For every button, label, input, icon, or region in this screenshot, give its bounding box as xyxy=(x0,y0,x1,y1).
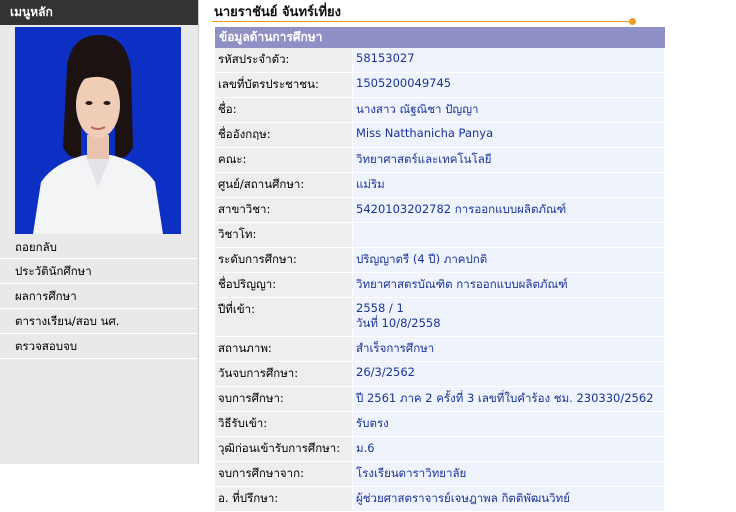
table-row: สาขาวิชา: 5420103202782 การออกแบบผลิตภัณฑ… xyxy=(215,197,665,223)
section-header-education: ข้อมูลด้านการศึกษา xyxy=(215,27,665,48)
table-row: จบการศึกษา: ปี 2561 ภาค 2 ครั้งที่ 3 เลขท… xyxy=(215,386,665,412)
row-label: ระดับการศึกษา: xyxy=(215,247,353,273)
row-value: 1505200049745 xyxy=(352,72,665,98)
row-label: วิชาโท: xyxy=(215,222,353,248)
entry-date: วันที่ 10/8/2558 xyxy=(356,316,441,330)
table-row: ปีที่เข้า: 2558 / 1 วันที่ 10/8/2558 xyxy=(215,297,665,337)
table-row: คณะ: วิทยาศาสตร์และเทคโนโลยี xyxy=(215,147,665,173)
row-value: ปริญญาตรี (4 ปี) ภาคปกติ xyxy=(352,247,665,273)
title-underline xyxy=(212,21,632,22)
sidebar-nav: ถอยกลับ ประวัตินักศึกษา ผลการศึกษา ตาราง… xyxy=(0,235,198,359)
table-row: สถานภาพ: สำเร็จการศึกษา xyxy=(215,336,665,362)
education-info-table: รหัสประจำตัว: 58153027 เลขที่บัตรประชาชน:… xyxy=(215,48,665,512)
table-row: จบการศึกษาจาก: โรงเรียนดาราวิทยาลัย xyxy=(215,461,665,487)
row-value xyxy=(352,222,665,248)
main-content: นายราชันย์ จันทร์เที่ยง ข้อมูลด้านการศึก… xyxy=(212,0,736,512)
row-value: แม่ริม xyxy=(352,172,665,198)
sidebar-item-student-profile[interactable]: ประวัตินักศึกษา xyxy=(0,259,198,284)
row-value: ปี 2561 ภาค 2 ครั้งที่ 3 เลขที่ใบคำร้อง … xyxy=(352,386,665,412)
row-label: ชื่ออังกฤษ: xyxy=(215,122,353,148)
table-row: รหัสประจำตัว: 58153027 xyxy=(215,48,665,73)
row-label: วิธีรับเข้า: xyxy=(215,411,353,437)
row-label: อ. ที่ปรึกษา: xyxy=(215,486,353,512)
row-label: ศูนย์/สถานศึกษา: xyxy=(215,172,353,198)
table-row: วันจบการศึกษา: 26/3/2562 xyxy=(215,361,665,387)
title-underline-dot xyxy=(629,18,636,25)
entry-year-term: 2558 / 1 xyxy=(356,301,404,315)
sidebar: เมนูหลัก ถอยกลับ ประวัตินักศึกษา ผลการศึ… xyxy=(0,0,199,464)
row-value: วิทยาศาสตรบัณฑิต การออกแบบผลิตภัณฑ์ xyxy=(352,272,665,298)
row-label: จบการศึกษา: xyxy=(215,386,353,412)
row-label: ชื่อปริญญา: xyxy=(215,272,353,298)
student-photo xyxy=(15,27,181,234)
row-value: 26/3/2562 xyxy=(352,361,665,387)
table-row: ชื่อปริญญา: วิทยาศาสตรบัณฑิต การออกแบบผลิ… xyxy=(215,272,665,298)
row-value: 5420103202782 การออกแบบผลิตภัณฑ์ xyxy=(352,197,665,223)
education-info-card: ข้อมูลด้านการศึกษา รหัสประจำตัว: 58153027… xyxy=(215,27,665,512)
student-name-title: นายราชันย์ จันทร์เที่ยง xyxy=(214,5,341,20)
row-value: สำเร็จการศึกษา xyxy=(352,336,665,362)
row-value: รับตรง xyxy=(352,411,665,437)
row-value: วิทยาศาสตร์และเทคโนโลยี xyxy=(352,147,665,173)
table-row: วุฒิก่อนเข้ารับการศึกษา: ม.6 xyxy=(215,436,665,462)
row-value: Miss Natthanicha Panya xyxy=(352,122,665,148)
table-row: วิธีรับเข้า: รับตรง xyxy=(215,411,665,437)
sidebar-item-graduation-check[interactable]: ตรวจสอบจบ xyxy=(0,334,198,359)
row-value: 2558 / 1 วันที่ 10/8/2558 xyxy=(352,297,665,337)
row-label: ชื่อ: xyxy=(215,97,353,123)
student-portrait-image xyxy=(15,27,181,234)
sidebar-item-grades[interactable]: ผลการศึกษา xyxy=(0,284,198,309)
row-label: สถานภาพ: xyxy=(215,336,353,362)
table-row: ศูนย์/สถานศึกษา: แม่ริม xyxy=(215,172,665,198)
row-label: วุฒิก่อนเข้ารับการศึกษา: xyxy=(215,436,353,462)
row-label: วันจบการศึกษา: xyxy=(215,361,353,387)
table-row: ชื่อ: นางสาว ณัฐณิชา ปัญญา xyxy=(215,97,665,123)
row-label: เลขที่บัตรประชาชน: xyxy=(215,72,353,98)
table-row: ชื่ออังกฤษ: Miss Natthanicha Panya xyxy=(215,122,665,148)
sidebar-item-back[interactable]: ถอยกลับ xyxy=(0,235,198,259)
row-value: 58153027 xyxy=(352,48,665,73)
row-value: ม.6 xyxy=(352,436,665,462)
row-value: โรงเรียนดาราวิทยาลัย xyxy=(352,461,665,487)
sidebar-item-class-exam-schedule[interactable]: ตารางเรียน/สอบ นศ. xyxy=(0,309,198,334)
row-value: ผู้ช่วยศาสตราจารย์เจษฎาพล กิตติพัฒนวิทย์ xyxy=(352,486,665,512)
table-row: อ. ที่ปรึกษา: ผู้ช่วยศาสตราจารย์เจษฎาพล ก… xyxy=(215,486,665,512)
row-label: จบการศึกษาจาก: xyxy=(215,461,353,487)
main-menu-header: เมนูหลัก xyxy=(0,0,198,25)
row-label: สาขาวิชา: xyxy=(215,197,353,223)
row-value: นางสาว ณัฐณิชา ปัญญา xyxy=(352,97,665,123)
row-label: รหัสประจำตัว: xyxy=(215,48,353,73)
row-label: ปีที่เข้า: xyxy=(215,297,353,337)
table-row: วิชาโท: xyxy=(215,222,665,248)
table-row: เลขที่บัตรประชาชน: 1505200049745 xyxy=(215,72,665,98)
row-label: คณะ: xyxy=(215,147,353,173)
table-row: ระดับการศึกษา: ปริญญาตรี (4 ปี) ภาคปกติ xyxy=(215,247,665,273)
